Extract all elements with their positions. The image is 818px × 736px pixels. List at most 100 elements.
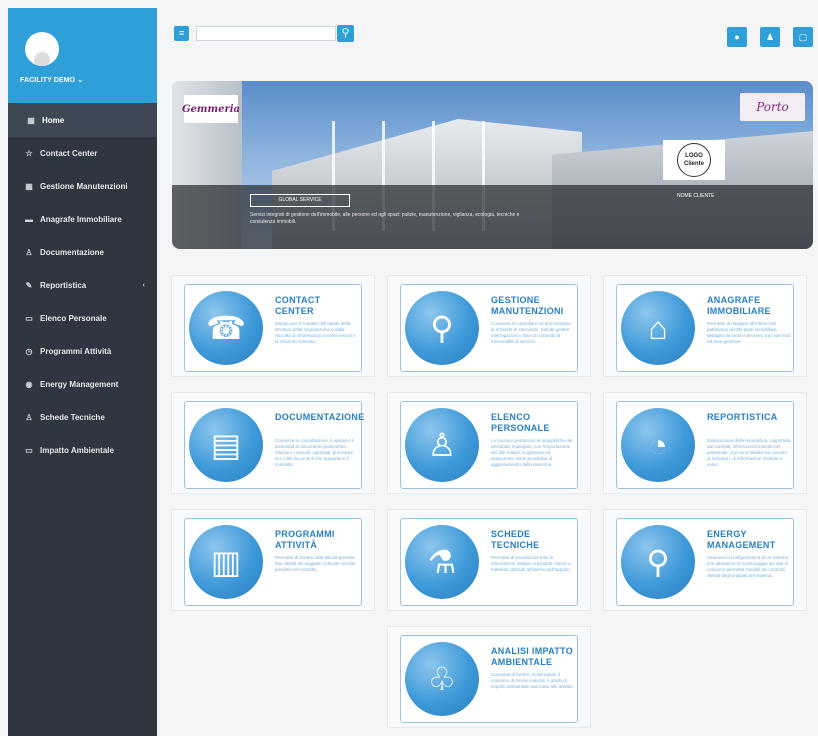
client-logo-text: LOGO Cliente [677,143,711,177]
sidebar-item-label: Impatto Ambientale [40,446,114,455]
charts-icon: ◔ [621,408,695,482]
module-title: PROGRAMMI ATTIVITÀ [275,529,335,550]
global-service-label: GLOBAL SERVICE [250,194,350,207]
energy-magnifier-icon: ⚲ [621,525,695,599]
user-icon: ♙ [25,413,33,422]
module-card-energy-management: ⚲ ENERGY MANAGEMENT Gestione la configur… [603,509,807,611]
module-link-schede-tecniche[interactable]: ⚗ SCHEDE TECNICHE Permette di visualizza… [400,518,578,606]
chevron-left-icon: ‹ [142,282,145,289]
monitor-icon: ▭ [25,314,33,323]
module-link-impatto-ambientale[interactable]: ♧ ANALISI IMPATTO AMBIENTALE Consente di… [400,635,578,723]
sidebar-item-gestione-manutenzioni[interactable]: ▦ Gestione Manutenzioni [8,170,157,203]
logo-left: Gemmeria [182,95,240,123]
module-title: ENERGY MANAGEMENT [707,529,776,550]
sidebar-item-label: Schede Tecniche [40,413,105,422]
module-description: Consente la consultazione, il upload e i… [275,438,355,467]
module-card-contact-center: ☎ CONTACT CENTER Modulo per il contatto … [171,275,375,377]
envelope-icon: ▬ [25,215,33,224]
sidebar-item-label: Energy Management [40,380,119,389]
sidebar-item-impatto-ambientale[interactable]: ▭ Impatto Ambientale [8,434,157,467]
sidebar-item-label: Reportistica [40,281,87,290]
grid-icon: ▦ [27,115,35,125]
panel-button[interactable]: ▢ [793,27,813,47]
module-link-gestione-manutenzioni[interactable]: ⚲ GESTIONE MANUTENZIONI Consente di cont… [400,284,578,372]
module-title: DOCUMENTAZIONE [275,412,365,422]
module-link-anagrafe-immobiliare[interactable]: ⌂ ANAGRAFE IMMOBILIARE Permette di navig… [616,284,794,372]
module-card-elenco-personale: ♙ ELENCO PERSONALE Le funzioni gestiscon… [387,392,591,494]
sidebar-item-schede-tecniche[interactable]: ♙ Schede Tecniche [8,401,157,434]
module-card-programmi-attivita: ▥ PROGRAMMI ATTIVITÀ Permette di trovare… [171,509,375,611]
user-name: FACILITY DEMO [20,77,76,84]
user-menu[interactable]: FACILITY DEMO ⌄ [20,76,83,84]
star-icon: ☆ [25,149,33,158]
edit-icon: ✎ [25,281,33,290]
module-title: REPORTISTICA [707,412,778,422]
module-description: Gestione la configurazione di un sistema… [707,555,789,578]
module-card-schede-tecniche: ⚗ SCHEDE TECNICHE Permette di visualizza… [387,509,591,611]
phone-icon: ☎ [189,291,263,365]
sidebar-item-label: Home [42,115,65,125]
sidebar-item-anagrafe-immobiliare[interactable]: ▬ Anagrafe Immobiliare [8,203,157,236]
status-button[interactable]: ● [727,27,747,47]
logo-right: Porto [740,93,805,121]
module-link-elenco-personale[interactable]: ♙ ELENCO PERSONALE Le funzioni gestiscon… [400,401,578,489]
module-card-impatto-ambientale: ♧ ANALISI IMPATTO AMBIENTALE Consente di… [387,626,591,728]
client-name: NOME CLIENTE [677,193,715,199]
sidebar-item-label: Gestione Manutenzioni [40,182,128,191]
sidebar-item-label: Documentazione [40,248,105,257]
target-icon: ◉ [25,380,33,389]
module-description: Modulo per il contatto dell'utente della… [275,321,356,344]
table-icon: ▦ [25,182,33,191]
menu-toggle-button[interactable]: ≡ [174,26,189,41]
module-description: Elaborazione della reportistica, rapport… [707,438,791,467]
module-description: Consente di fornire, monitorando il cons… [491,672,574,689]
sidebar-item-home[interactable]: ▦ Home [8,103,157,137]
avatar[interactable] [25,32,59,66]
clock-icon: ◷ [25,347,33,356]
module-description: Consente di controllare ed amministrare … [491,321,571,344]
banner-description: Servizi integrati di gestione dell'immob… [250,212,520,225]
sidebar-item-reportistica[interactable]: ✎ Reportistica ‹ [8,269,157,302]
module-card-documentazione: ▤ DOCUMENTAZIONE Consente la consultazio… [171,392,375,494]
module-link-documentazione[interactable]: ▤ DOCUMENTAZIONE Consente la consultazio… [184,401,365,489]
documents-icon: ▤ [189,408,263,482]
chevron-down-icon: ⌄ [77,77,84,84]
sidebar-item-documentazione[interactable]: ♙ Documentazione [8,236,157,269]
clipboard-icon: ▥ [189,525,263,599]
module-card-gestione-manutenzioni: ⚲ GESTIONE MANUTENZIONI Consente di cont… [387,275,591,377]
module-link-energy-management[interactable]: ⚲ ENERGY MANAGEMENT Gestione la configur… [616,518,794,606]
sidebar: FACILITY DEMO ⌄ ▦ Home ☆ Contact Center ▦… [8,8,157,736]
module-description: Permette di trovare tutte attività previ… [275,555,356,572]
hero-banner: Gemmeria Porto LOGO Cliente GLOBAL SERVI… [172,81,813,249]
module-card-reportistica: ◔ REPORTISTICA Elaborazione della report… [603,392,807,494]
tree-icon: ♧ [405,642,479,716]
sidebar-item-programmi-attivita[interactable]: ◷ Programmi Attività [8,335,157,368]
user-panel: FACILITY DEMO ⌄ [8,8,157,103]
sidebar-item-energy-management[interactable]: ◉ Energy Management [8,368,157,401]
magnifier-icon: ⚲ [405,291,479,365]
spray-bottle-icon: ⚗ [405,525,479,599]
module-title: ELENCO PERSONALE [491,412,550,433]
module-title: GESTIONE MANUTENZIONI [491,295,564,316]
client-logo: LOGO Cliente [663,140,725,180]
module-link-reportistica[interactable]: ◔ REPORTISTICA Elaborazione della report… [616,401,794,489]
app: FACILITY DEMO ⌄ ▦ Home ☆ Contact Center ▦… [0,0,818,736]
user-notifications-button[interactable]: ♟ [760,27,780,47]
module-description: Permette di visualizzare tutte le inform… [491,555,571,572]
search-button[interactable]: ⚲ [337,25,354,42]
sidebar-item-elenco-personale[interactable]: ▭ Elenco Personale [8,302,157,335]
module-card-anagrafe-immobiliare: ⌂ ANAGRAFE IMMOBILIARE Permette di navig… [603,275,807,377]
sidebar-item-label: Elenco Personale [40,314,107,323]
monitor-icon: ▭ [25,446,33,455]
module-link-contact-center[interactable]: ☎ CONTACT CENTER Modulo per il contatto … [184,284,362,372]
module-description: Permette di navigare all'interno del pat… [707,321,791,344]
search-input[interactable] [196,26,336,41]
module-title: ANAGRAFE IMMOBILIARE [707,295,771,316]
sidebar-item-label: Programmi Attività [40,347,112,356]
module-title: CONTACT CENTER [275,295,321,316]
module-title: ANALISI IMPATTO AMBIENTALE [491,646,573,667]
module-link-programmi-attivita[interactable]: ▥ PROGRAMMI ATTIVITÀ Permette di trovare… [184,518,362,606]
sidebar-item-label: Contact Center [40,149,98,158]
module-description: Le funzioni gestiscono le anagrafiche de… [491,438,573,467]
sidebar-item-contact-center[interactable]: ☆ Contact Center [8,137,157,170]
